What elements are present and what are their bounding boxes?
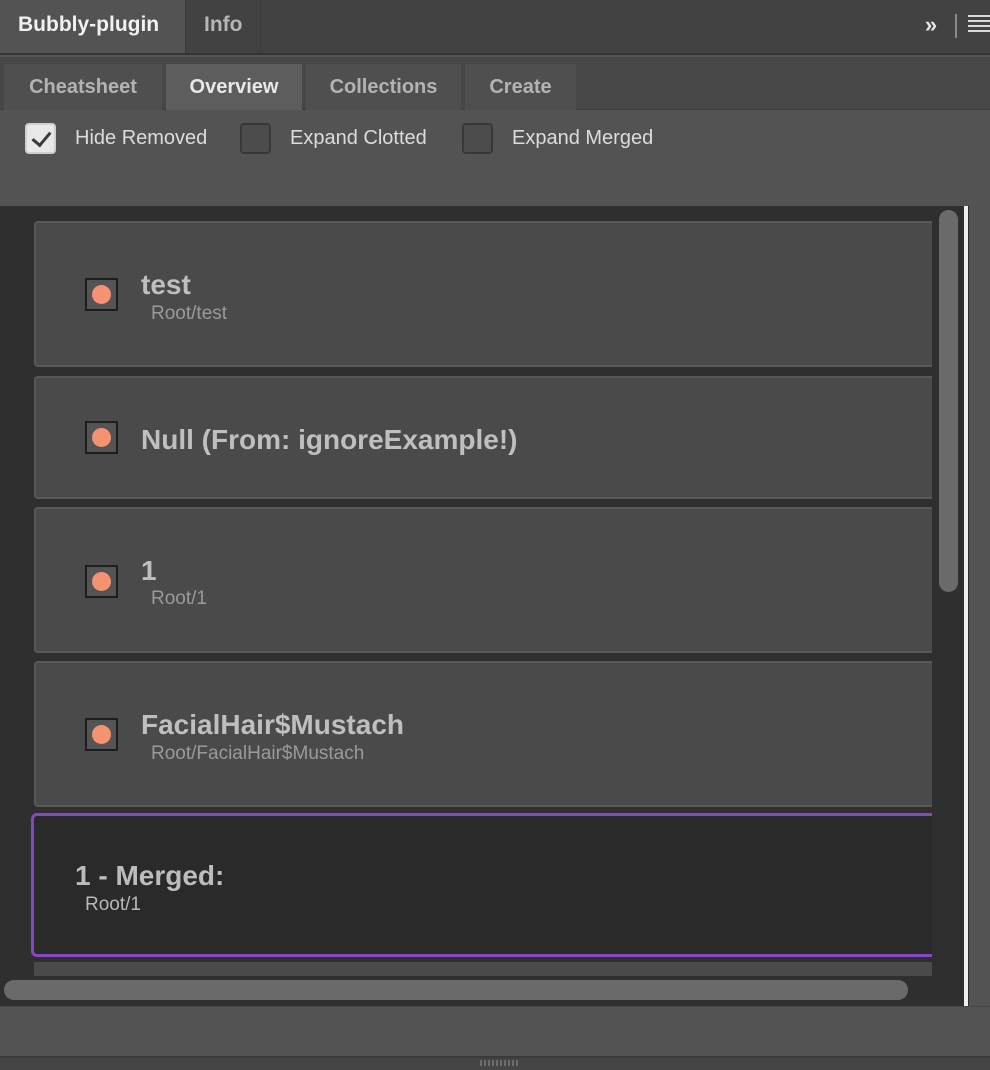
horizontal-scrollbar-thumb[interactable] [4, 980, 908, 1000]
panel-tab-bubbly-plugin[interactable]: Bubbly-plugin [0, 0, 185, 53]
item-path: Root/1 [151, 588, 207, 609]
item-title: 1 [141, 555, 157, 586]
resize-grip-icon[interactable] [480, 1060, 520, 1066]
panel-header: Bubbly-plugin Info » [0, 0, 990, 55]
vertical-scrollbar-thumb[interactable] [939, 210, 958, 592]
expand-clotted-option[interactable]: Expand Clotted [240, 122, 427, 154]
item-title: test [141, 269, 191, 300]
tab-collections[interactable]: Collections [306, 64, 461, 110]
panel-footer [0, 1006, 990, 1056]
expand-merged-label: Expand Merged [512, 126, 654, 149]
tab-overview[interactable]: Overview [166, 64, 302, 110]
merged-item-path: Root/1 [85, 894, 141, 915]
expand-merged-checkbox[interactable] [462, 122, 493, 154]
panel-tab-info[interactable]: Info [185, 0, 261, 53]
viewport-edge [964, 206, 968, 1006]
merged-item-title: 1 - Merged: [75, 860, 225, 891]
hide-removed-option[interactable]: Hide Removed [25, 122, 207, 154]
list-item[interactable]: FacialHair$Mustach Root/FacialHair$Musta… [34, 661, 932, 807]
status-indicator-icon[interactable] [85, 278, 118, 311]
subtab-bar: Cheatsheet Overview Collections Create [0, 57, 990, 110]
item-path: Root/FacialHair$Mustach [151, 743, 365, 764]
header-divider [955, 14, 957, 38]
list-item[interactable]: Null (From: ignoreExample!) [34, 376, 932, 499]
status-indicator-icon[interactable] [85, 565, 118, 598]
hide-removed-label: Hide Removed [75, 126, 208, 149]
tab-cheatsheet[interactable]: Cheatsheet [4, 64, 162, 110]
status-indicator-icon[interactable] [85, 718, 118, 751]
list-item[interactable]: test Root/test [34, 221, 932, 367]
expand-clotted-checkbox[interactable] [240, 122, 271, 154]
options-row: Hide Removed Expand Clotted Expand Merge… [0, 110, 990, 206]
item-title: Null (From: ignoreExample!) [141, 424, 518, 455]
collapse-panel-icon[interactable]: » [916, 10, 946, 40]
expand-merged-option[interactable]: Expand Merged [462, 122, 653, 154]
list-item[interactable]: 1 Root/1 [34, 507, 932, 653]
expand-clotted-label: Expand Clotted [290, 126, 427, 149]
merged-item[interactable]: 1 - Merged: Root/1 [31, 813, 932, 957]
hamburger-icon[interactable] [968, 15, 990, 37]
hide-removed-checkbox[interactable] [25, 122, 56, 154]
item-title: FacialHair$Mustach [141, 709, 404, 740]
list-item-partial[interactable] [34, 962, 932, 976]
status-indicator-icon[interactable] [85, 421, 118, 454]
tab-create[interactable]: Create [465, 64, 576, 110]
item-path: Root/test [151, 303, 228, 324]
